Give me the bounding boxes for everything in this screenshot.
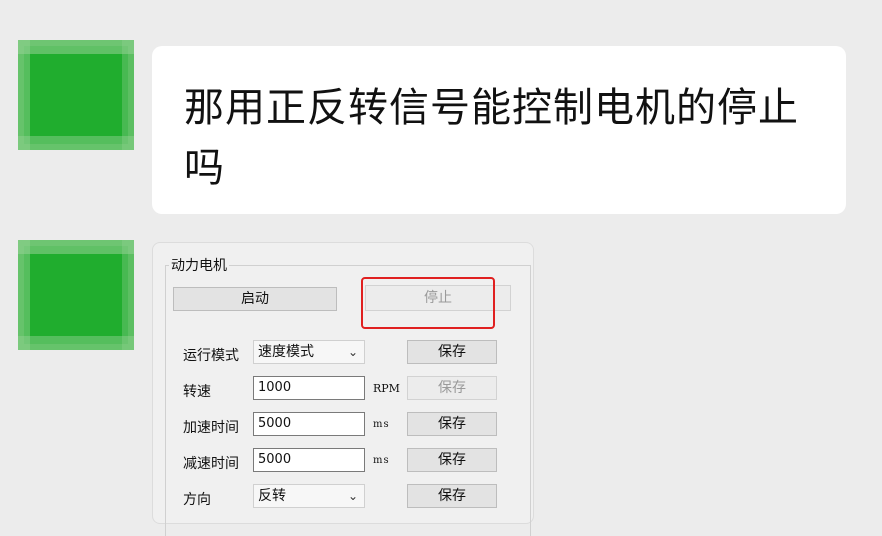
start-button[interactable]: 启动 [173, 287, 337, 311]
save-accel-button[interactable]: 保存 [407, 412, 497, 436]
direction-select[interactable]: 反转 ⌄ [253, 484, 365, 508]
speed-input[interactable]: 1000 [253, 376, 365, 400]
decel-time-label: 减速时间 [183, 456, 239, 472]
red-highlight-box [361, 277, 495, 329]
sender-avatar[interactable] [18, 240, 134, 350]
speed-label: 转速 [183, 384, 211, 400]
chevron-down-icon: ⌄ [347, 345, 358, 359]
mode-select-value: 速度模式 [258, 344, 314, 360]
accel-time-label: 加速时间 [183, 420, 239, 436]
direction-label: 方向 [183, 492, 211, 508]
save-direction-button[interactable]: 保存 [407, 484, 497, 508]
accel-time-unit: ms [373, 419, 390, 430]
decel-time-unit: ms [373, 455, 390, 466]
save-speed-button[interactable]: 保存 [407, 376, 497, 400]
mode-select[interactable]: 速度模式 ⌄ [253, 340, 365, 364]
group-title: 动力电机 [169, 255, 229, 275]
message-text: 那用正反转信号能控制电机的停止吗 [184, 85, 799, 191]
accel-time-input[interactable]: 5000 [253, 412, 365, 436]
chevron-down-icon: ⌄ [347, 489, 358, 503]
save-mode-button[interactable]: 保存 [407, 340, 497, 364]
screenshot-image-message[interactable]: 动力电机 启动 停止 运行模式 速度模式 ⌄ 保存 转速 1000 RPM 保存… [152, 242, 534, 536]
speed-unit: RPM [373, 382, 400, 395]
mode-label: 运行模式 [183, 348, 239, 364]
sender-avatar[interactable] [18, 40, 134, 150]
decel-time-input[interactable]: 5000 [253, 448, 365, 472]
direction-select-value: 反转 [258, 488, 286, 504]
save-decel-button[interactable]: 保存 [407, 448, 497, 472]
message-bubble: 那用正反转信号能控制电机的停止吗 [152, 46, 846, 214]
